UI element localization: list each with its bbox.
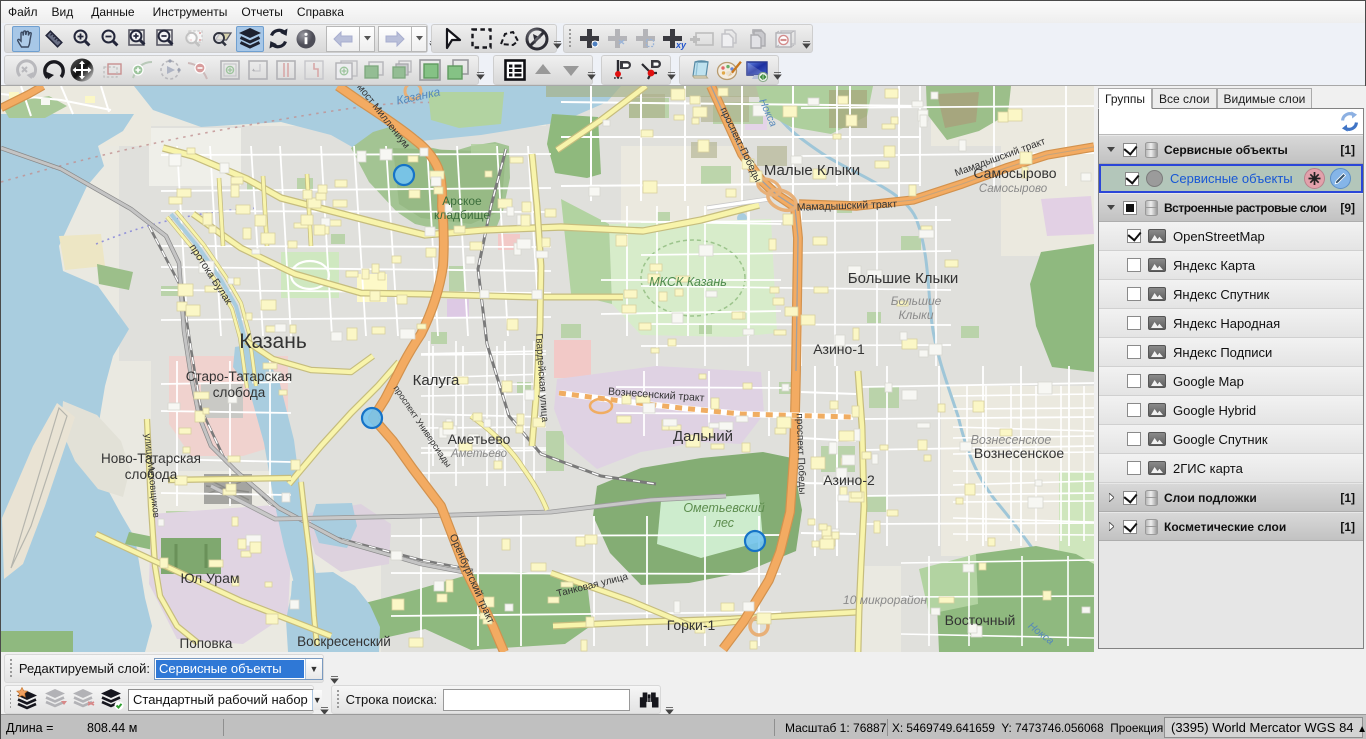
svg-text:Дальний: Дальний bbox=[673, 428, 733, 445]
svg-text:Большие: Большие bbox=[891, 294, 942, 308]
svg-text:Воскресенский: Воскресенский bbox=[297, 634, 391, 649]
svg-text:слобода: слобода bbox=[213, 385, 266, 400]
svg-text:xy: xy bbox=[675, 40, 687, 50]
svg-text:Малые Клыки: Малые Клыки bbox=[764, 162, 860, 179]
svg-text:Азино-1: Азино-1 bbox=[813, 341, 865, 357]
svg-text:Восточный: Восточный bbox=[945, 612, 1016, 628]
svg-text:Аметьево: Аметьево bbox=[448, 431, 511, 447]
svg-text:Горки-1: Горки-1 bbox=[667, 617, 716, 633]
svg-text:Арское: Арское bbox=[442, 194, 482, 208]
svg-text:Юл Урам: Юл Урам bbox=[180, 570, 239, 586]
svg-text:Большие Клыки: Большие Клыки bbox=[848, 270, 959, 287]
svg-text:Ометьевский: Ометьевский bbox=[683, 501, 764, 515]
svg-text:Клыки: Клыки bbox=[898, 308, 933, 322]
svg-text:10 микрорайон: 10 микрорайон bbox=[843, 593, 927, 607]
svg-text:Старо-Татарская: Старо-Татарская bbox=[186, 369, 292, 384]
svg-text:Калуга: Калуга bbox=[413, 372, 460, 389]
svg-text:Азино-2: Азино-2 bbox=[823, 472, 875, 488]
svg-text:Самосырово: Самосырово bbox=[979, 183, 1048, 195]
svg-text:Вознесенское: Вознесенское bbox=[974, 445, 1064, 461]
svg-text:кладбище: кладбище bbox=[434, 208, 490, 222]
svg-text:Поповка: Поповка bbox=[180, 636, 233, 651]
svg-text:Аметьево: Аметьево bbox=[450, 448, 508, 460]
svg-text:Казань: Казань bbox=[239, 330, 307, 353]
svg-text:МКСК Казань: МКСК Казань bbox=[649, 275, 727, 289]
svg-text:лес: лес bbox=[713, 516, 735, 530]
